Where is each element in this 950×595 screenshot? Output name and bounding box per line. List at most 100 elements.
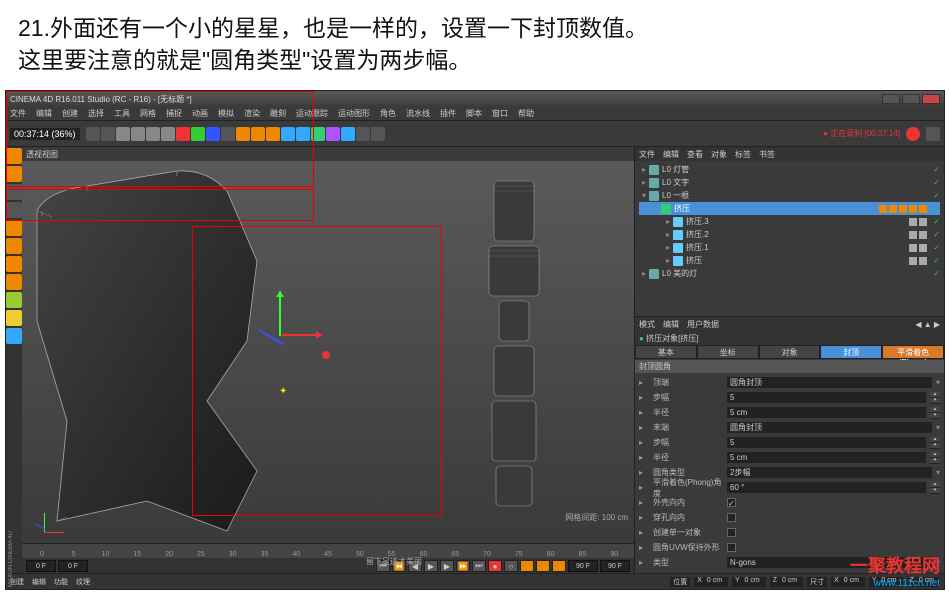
light-icon[interactable] bbox=[371, 127, 385, 141]
env-icon[interactable] bbox=[341, 127, 355, 141]
tab-object[interactable]: 对象 bbox=[759, 345, 821, 359]
menu-window[interactable]: 窗口 bbox=[492, 108, 508, 119]
dropdown-icon[interactable]: ▾ bbox=[936, 468, 940, 477]
attr-value[interactable]: 圆角封顶 bbox=[727, 377, 932, 388]
object-tree[interactable]: ▸L0 灯管✓▸L0 文字✓▾L0 一根✓▸挤压✓▸挤压.3✓▸挤压.2✓▸挤压… bbox=[635, 161, 944, 316]
render-settings-icon[interactable] bbox=[251, 127, 265, 141]
objmenu-edit[interactable]: 编辑 bbox=[663, 149, 679, 160]
workplane2-icon[interactable] bbox=[6, 328, 22, 344]
window-buttons[interactable] bbox=[882, 94, 940, 104]
menu-select[interactable]: 选择 bbox=[88, 108, 104, 119]
next-frame-button[interactable]: ▶ bbox=[440, 560, 454, 572]
menu-track[interactable]: 运动跟踪 bbox=[296, 108, 328, 119]
gizmo-x-axis[interactable] bbox=[282, 334, 322, 336]
move-gizmo[interactable]: ✦ bbox=[237, 291, 327, 381]
menu-pipeline[interactable]: 流水线 bbox=[406, 108, 430, 119]
timeline-start[interactable] bbox=[26, 560, 56, 572]
tree-item[interactable]: ▸L0 美的灯✓ bbox=[639, 267, 940, 280]
matmenu-tex[interactable]: 纹理 bbox=[76, 577, 90, 587]
attrmenu-user[interactable]: 用户数据 bbox=[687, 319, 719, 330]
objmenu-bookmarks[interactable]: 书签 bbox=[759, 149, 775, 160]
attr-value[interactable]: 圆角封顶 bbox=[727, 422, 932, 433]
workplane-icon[interactable] bbox=[6, 202, 22, 218]
edge-mode-icon[interactable] bbox=[6, 238, 22, 254]
dropdown-icon[interactable]: ▾ bbox=[936, 423, 940, 432]
timeline-end[interactable] bbox=[568, 560, 598, 572]
menu-edit[interactable]: 编辑 bbox=[36, 108, 52, 119]
viewport-3d[interactable]: ✦ 网格间距: 100 cm bbox=[22, 161, 634, 543]
undo-icon[interactable] bbox=[86, 127, 100, 141]
menu-anim[interactable]: 动画 bbox=[192, 108, 208, 119]
tab-caps[interactable]: 封顶 bbox=[820, 345, 882, 359]
menu-file[interactable]: 文件 bbox=[10, 108, 26, 119]
tree-item[interactable]: ▸挤压.1✓ bbox=[639, 241, 940, 254]
maximize-button[interactable] bbox=[902, 94, 920, 104]
axis-y-lock[interactable] bbox=[191, 127, 205, 141]
poly-mode-icon[interactable] bbox=[6, 256, 22, 272]
dropdown-icon[interactable]: ▾ bbox=[936, 378, 940, 387]
tool-move-icon[interactable] bbox=[131, 127, 145, 141]
tree-item[interactable]: ▾L0 一根✓ bbox=[639, 189, 940, 202]
menu-mesh[interactable]: 网格 bbox=[140, 108, 156, 119]
key-scale-icon[interactable] bbox=[536, 560, 550, 572]
timeline-current[interactable] bbox=[58, 560, 88, 572]
autokey-button[interactable]: ○ bbox=[504, 560, 518, 572]
tweak-icon[interactable] bbox=[6, 292, 22, 308]
attr-value[interactable]: 5 bbox=[727, 392, 926, 403]
primitive-cube-icon[interactable] bbox=[281, 127, 295, 141]
menu-snap[interactable]: 捕捉 bbox=[166, 108, 182, 119]
make-editable-icon[interactable] bbox=[6, 148, 22, 164]
menu-sculpt[interactable]: 雕刻 bbox=[270, 108, 286, 119]
tab-coord[interactable]: 坐标 bbox=[697, 345, 759, 359]
tool-select-icon[interactable] bbox=[116, 127, 130, 141]
spinner[interactable]: ▴▾ bbox=[930, 392, 940, 403]
attrmenu-mode[interactable]: 模式 bbox=[639, 319, 655, 330]
menu-create[interactable]: 创建 bbox=[62, 108, 78, 119]
tool-scale-icon[interactable] bbox=[146, 127, 160, 141]
coord-x[interactable]: X 0 cm bbox=[694, 577, 728, 587]
menu-sim[interactable]: 模拟 bbox=[218, 108, 234, 119]
spinner[interactable]: ▴▾ bbox=[930, 437, 940, 448]
objmenu-obj[interactable]: 对象 bbox=[711, 149, 727, 160]
menu-render[interactable]: 渲染 bbox=[244, 108, 260, 119]
goto-end-button[interactable]: ⏭ bbox=[472, 560, 486, 572]
tool-rotate-icon[interactable] bbox=[161, 127, 175, 141]
point-mode-icon[interactable] bbox=[6, 220, 22, 236]
key-rot-icon[interactable] bbox=[552, 560, 566, 572]
gizmo-handle[interactable] bbox=[322, 351, 330, 359]
play-button[interactable]: ▶ bbox=[424, 560, 438, 572]
spinner[interactable]: ▴▾ bbox=[930, 452, 940, 463]
snap-enable-icon[interactable] bbox=[6, 310, 22, 326]
timeline-end2[interactable] bbox=[600, 560, 630, 572]
checkbox[interactable]: ✓ bbox=[727, 498, 736, 507]
spinner[interactable]: ▴▾ bbox=[930, 407, 940, 418]
model-mode-icon[interactable] bbox=[6, 166, 22, 182]
checkbox[interactable] bbox=[727, 513, 736, 522]
tree-item[interactable]: ▸挤压✓ bbox=[639, 254, 940, 267]
tree-item[interactable]: ▸挤压✓ bbox=[639, 202, 940, 215]
menu-mograph[interactable]: 运动图形 bbox=[338, 108, 370, 119]
axis-z-lock[interactable] bbox=[206, 127, 220, 141]
menu-char[interactable]: 角色 bbox=[380, 108, 396, 119]
record-key-button[interactable]: ● bbox=[488, 560, 502, 572]
attr-value[interactable]: 5 cm bbox=[727, 407, 926, 418]
rec-button[interactable] bbox=[906, 127, 920, 141]
gizmo-y-axis[interactable] bbox=[279, 291, 281, 336]
spinner[interactable]: ▴▾ bbox=[930, 482, 940, 493]
checkbox[interactable] bbox=[727, 528, 736, 537]
attr-value[interactable]: 5 bbox=[727, 437, 926, 448]
next-key-button[interactable]: ⏩ bbox=[456, 560, 470, 572]
tab-basic[interactable]: 基本 bbox=[635, 345, 697, 359]
deformer-icon[interactable] bbox=[326, 127, 340, 141]
redo-icon[interactable] bbox=[101, 127, 115, 141]
camera-toggle-icon[interactable] bbox=[926, 127, 940, 141]
timeline-ruler[interactable]: 051015202530354045505560657075808590 bbox=[22, 544, 634, 558]
render-icon[interactable] bbox=[236, 127, 250, 141]
matmenu-edit[interactable]: 编辑 bbox=[32, 577, 46, 587]
close-button[interactable] bbox=[922, 94, 940, 104]
objmenu-view[interactable]: 查看 bbox=[687, 149, 703, 160]
coord-y[interactable]: Y 0 cm bbox=[732, 577, 766, 587]
coord-z[interactable]: Z 0 cm bbox=[770, 577, 803, 587]
render-region-icon[interactable] bbox=[266, 127, 280, 141]
objmenu-file[interactable]: 文件 bbox=[639, 149, 655, 160]
